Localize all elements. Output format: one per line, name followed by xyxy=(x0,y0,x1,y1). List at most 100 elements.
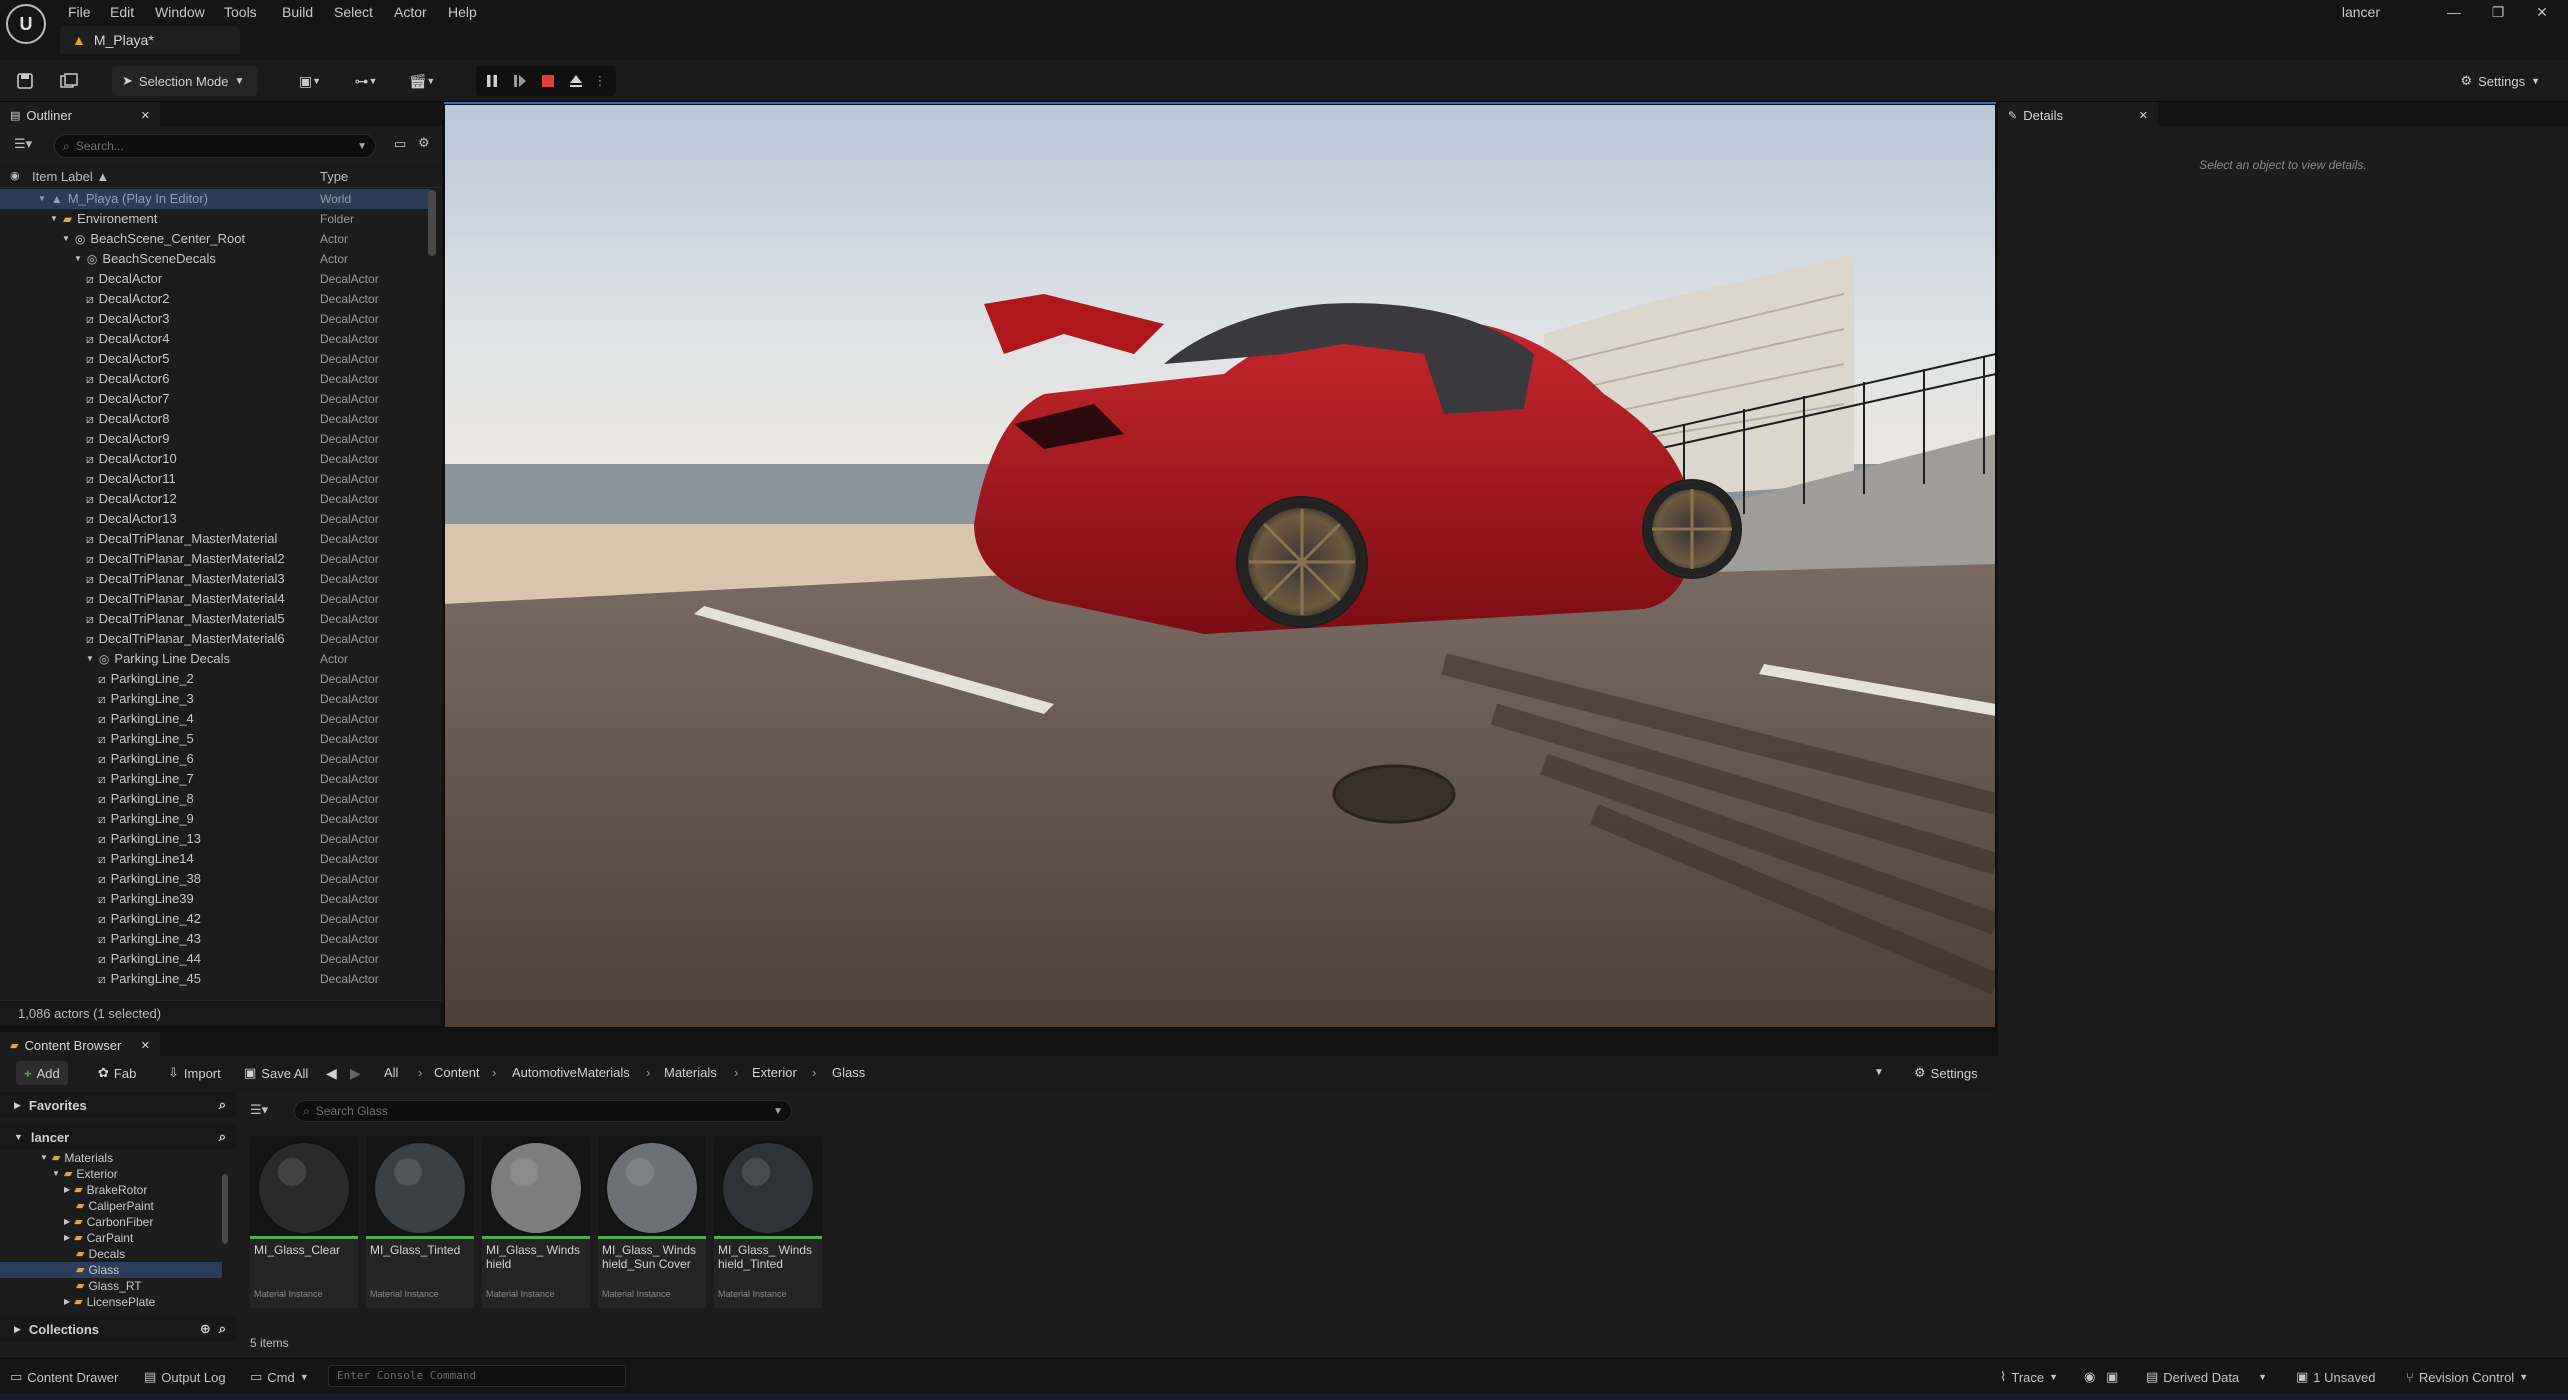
outliner-row[interactable]: ▼ ◎ BeachSceneDecals Actor xyxy=(0,249,430,269)
outliner-row[interactable]: ⧄ DecalTriPlanar_MasterMaterial4 DecalActo… xyxy=(0,589,430,609)
folder-tree-item[interactable]: ▼ ▰ Materials xyxy=(0,1150,222,1166)
outliner-row[interactable]: ⧄ ParkingLine_38 DecalActor xyxy=(0,869,430,889)
outliner-row[interactable]: ⧄ DecalActor9 DecalActor xyxy=(0,429,430,449)
cinematics-icon[interactable]: 🎬︎ ▼ xyxy=(402,68,442,94)
expand-chevron-icon[interactable]: ▼ xyxy=(38,189,46,209)
outliner-row[interactable]: ⧄ ParkingLine_2 DecalActor xyxy=(0,669,430,689)
outliner-row[interactable]: ⧄ ParkingLine_6 DecalActor xyxy=(0,749,430,769)
folder-tree-item[interactable]: ▶ ▰ CarPaint xyxy=(0,1230,222,1246)
outliner-row[interactable]: ⧄ ParkingLine_8 DecalActor xyxy=(0,789,430,809)
outliner-row[interactable]: ▼ ▰ Environement Folder xyxy=(0,209,430,229)
unsaved-button[interactable]: ▣ 1 Unsaved xyxy=(2296,1367,2375,1387)
folder-tree-item[interactable]: ▰ Glass xyxy=(0,1262,222,1278)
folder-tree-item[interactable]: ▶ ▰ CarbonFiber xyxy=(0,1214,222,1230)
new-folder-icon[interactable]: ▭ xyxy=(394,136,406,152)
outliner-row[interactable]: ▼ ▲ M_Playa (Play In Editor) World xyxy=(0,189,430,209)
project-section[interactable]: ▼ lancer ⌕ xyxy=(0,1124,236,1150)
close-tab-icon[interactable]: ✕ xyxy=(2139,109,2148,122)
outliner-row[interactable]: ⧄ DecalActor8 DecalActor xyxy=(0,409,430,429)
content-drawer-button[interactable]: ▭ Content Drawer xyxy=(10,1367,118,1387)
level-viewport[interactable] xyxy=(444,102,1996,1028)
expand-chevron-icon[interactable]: ▼ xyxy=(62,229,70,249)
gear-icon[interactable]: ⚙ xyxy=(418,135,430,151)
selection-mode-dropdown[interactable]: ➤ Selection Mode ▼ xyxy=(112,66,258,96)
search-icon[interactable]: ⌕ xyxy=(219,1097,226,1113)
outliner-row[interactable]: ⧄ ParkingLine_3 DecalActor xyxy=(0,689,430,709)
column-item-label[interactable]: Item Label ▲ xyxy=(32,169,109,184)
chevron-right-icon[interactable]: ▶ xyxy=(64,1214,70,1230)
outliner-row[interactable]: ⧄ DecalActor DecalActor xyxy=(0,269,430,289)
record-icon[interactable]: ◉ xyxy=(2084,1367,2095,1387)
content-settings-button[interactable]: ⚙ Settings xyxy=(1906,1061,1986,1085)
breadcrumb-content[interactable]: Content xyxy=(434,1061,480,1085)
outliner-row[interactable]: ⧄ DecalActor7 DecalActor xyxy=(0,389,430,409)
history-forward-icon[interactable]: ▶ xyxy=(350,1061,361,1085)
breadcrumb-automotive-materials[interactable]: AutomotiveMaterials xyxy=(512,1061,630,1085)
add-collection-icon[interactable]: ⊕ xyxy=(200,1321,211,1337)
menu-help[interactable]: Help xyxy=(448,2,477,22)
close-window-icon[interactable]: ✕ xyxy=(2520,0,2564,24)
tab-content-browser[interactable]: ▰ Content Browser ✕ xyxy=(0,1032,160,1056)
more-options-icon[interactable]: ⋮ xyxy=(592,71,608,91)
browse-level-icon[interactable] xyxy=(56,68,82,94)
breadcrumb-exterior[interactable]: Exterior xyxy=(752,1061,797,1085)
stop-icon[interactable] xyxy=(538,71,558,91)
step-frame-icon[interactable] xyxy=(510,71,530,91)
pause-icon[interactable] xyxy=(482,71,502,91)
outliner-row[interactable]: ⧄ DecalTriPlanar_MasterMaterial5 DecalActo… xyxy=(0,609,430,629)
filter-icon[interactable]: ☰▾ xyxy=(250,1102,268,1118)
folder-tree-item[interactable]: ▰ Glass_RT xyxy=(0,1278,222,1294)
outliner-scrollbar[interactable] xyxy=(428,190,436,256)
folder-tree-item[interactable]: ▶ ▰ BrakeRotor xyxy=(0,1182,222,1198)
camera-icon[interactable]: ▣ xyxy=(2106,1367,2118,1387)
unreal-logo-icon[interactable]: U xyxy=(6,4,46,44)
tab-details[interactable]: ✎ Details ✕ xyxy=(1998,102,2158,126)
expand-chevron-icon[interactable]: ▼ xyxy=(50,209,58,229)
outliner-row[interactable]: ▼ ◎ BeachScene_Center_Root Actor xyxy=(0,229,430,249)
expand-chevron-icon[interactable]: ▼ xyxy=(74,249,82,269)
filter-icon[interactable]: ☰▾ xyxy=(14,136,32,152)
outliner-row[interactable]: ⧄ DecalActor6 DecalActor xyxy=(0,369,430,389)
outliner-row[interactable]: ⧄ DecalActor2 DecalActor xyxy=(0,289,430,309)
outliner-row[interactable]: ⧄ DecalActor12 DecalActor xyxy=(0,489,430,509)
menu-select[interactable]: Select xyxy=(334,2,373,22)
collections-section[interactable]: ▶ Collections ⊕ ⌕ xyxy=(0,1316,236,1342)
save-icon[interactable] xyxy=(12,68,38,94)
eject-icon[interactable] xyxy=(566,71,586,91)
revision-control-dropdown[interactable]: ⑂ Revision Control ▼ xyxy=(2406,1367,2528,1387)
breadcrumb-materials[interactable]: Materials xyxy=(664,1061,717,1085)
outliner-row[interactable]: ⧄ DecalActor4 DecalActor xyxy=(0,329,430,349)
level-tab[interactable]: ▲ M_Playa* xyxy=(60,26,240,54)
blueprint-icon[interactable]: ⊶ ▼ xyxy=(346,68,386,94)
outliner-row[interactable]: ⧄ ParkingLine_44 DecalActor xyxy=(0,949,430,969)
asset-search-input[interactable]: ⌕ Search Glass ▼ xyxy=(294,1100,792,1122)
search-icon[interactable]: ⌕ xyxy=(219,1321,226,1337)
outliner-row[interactable]: ⧄ ParkingLine39 DecalActor xyxy=(0,889,430,909)
history-back-icon[interactable]: ◀ xyxy=(326,1061,337,1085)
expand-chevron-icon[interactable]: ▼ xyxy=(86,649,94,669)
output-log-button[interactable]: ▤ Output Log xyxy=(144,1367,226,1387)
outliner-row[interactable]: ⧄ DecalTriPlanar_MasterMaterial6 DecalActo… xyxy=(0,629,430,649)
asset-tile[interactable]: MI_Glass_Clear Material Instance xyxy=(250,1136,358,1308)
search-icon[interactable]: ⌕ xyxy=(219,1129,226,1145)
outliner-row[interactable]: ⧄ ParkingLine_42 DecalActor xyxy=(0,909,430,929)
outliner-row[interactable]: ⧄ ParkingLine_7 DecalActor xyxy=(0,769,430,789)
outliner-row[interactable]: ⧄ DecalActor5 DecalActor xyxy=(0,349,430,369)
folder-tree-item[interactable]: ▶ ▰ LicensePlate xyxy=(0,1294,222,1310)
settings-button[interactable]: ⚙ Settings ▼ xyxy=(2460,66,2540,96)
asset-tile[interactable]: MI_Glass_ Windshield_Tinted Material Inst… xyxy=(714,1136,822,1308)
menu-window[interactable]: Window xyxy=(155,2,205,22)
derived-data-dropdown[interactable]: ▤ Derived Data ▼ xyxy=(2146,1367,2267,1387)
outliner-row[interactable]: ⧄ DecalActor13 DecalActor xyxy=(0,509,430,529)
import-button[interactable]: ⇩ Import xyxy=(160,1061,229,1085)
column-type[interactable]: Type xyxy=(320,169,348,184)
tree-scrollbar[interactable] xyxy=(222,1174,228,1244)
add-button[interactable]: + Add xyxy=(16,1061,68,1085)
menu-actor[interactable]: Actor xyxy=(394,2,427,22)
favorites-section[interactable]: ▶ Favorites ⌕ xyxy=(0,1092,236,1118)
outliner-row[interactable]: ⧄ ParkingLine_43 DecalActor xyxy=(0,929,430,949)
restore-icon[interactable]: ❐ xyxy=(2476,0,2520,24)
close-tab-icon[interactable]: ✕ xyxy=(141,109,150,122)
outliner-row[interactable]: ⧄ ParkingLine_9 DecalActor xyxy=(0,809,430,829)
minimize-icon[interactable]: — xyxy=(2432,0,2476,24)
